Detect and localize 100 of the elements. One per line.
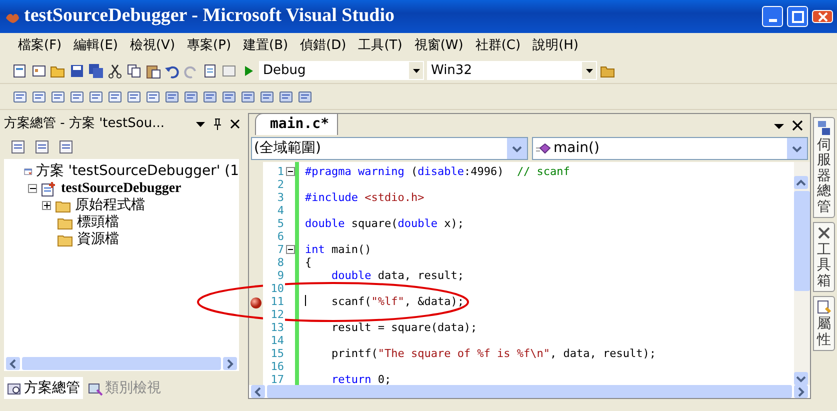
bookmark-icon[interactable] — [164, 88, 180, 104]
plus-icon — [43, 202, 50, 209]
server-icon — [816, 120, 832, 136]
bookmark-icon[interactable] — [221, 88, 237, 104]
new-project-icon[interactable] — [12, 62, 28, 78]
menu-item[interactable]: 社群(C) — [469, 36, 527, 56]
chevron-right-icon — [226, 358, 234, 368]
expand-box[interactable] — [42, 201, 51, 210]
code-line: return 0; — [330, 373, 392, 385]
copy-icon[interactable] — [126, 62, 142, 78]
scroll-right-button[interactable] — [223, 357, 237, 370]
class-view-icon — [88, 380, 103, 396]
indent-icon[interactable] — [107, 88, 123, 104]
menu-item[interactable]: 專案(P) — [181, 36, 238, 56]
scrollbar-thumb[interactable] — [794, 191, 810, 291]
scroll-down-button[interactable] — [794, 372, 808, 385]
menu-item[interactable]: 檢視(V) — [124, 36, 182, 56]
bookmark-icon[interactable] — [240, 88, 256, 104]
menu-item[interactable]: 建置(B) — [237, 36, 294, 56]
code-line: double data, result; — [330, 269, 464, 282]
panel-tab[interactable]: 方案總管 — [4, 377, 83, 399]
menu-item[interactable]: 工具(T) — [352, 36, 408, 56]
platform-dropdown[interactable]: Win32 — [427, 61, 597, 80]
chevron-down-icon — [792, 144, 802, 152]
text-edit-icon[interactable] — [50, 88, 66, 104]
properties-icon — [816, 299, 832, 316]
side-tab[interactable]: 屬性 — [813, 296, 835, 351]
line-number: 10 — [263, 282, 285, 295]
chevron-down-icon — [512, 144, 522, 152]
close-icon[interactable] — [791, 119, 804, 132]
scrollbar-thumb[interactable] — [22, 357, 221, 370]
collapse-box-icon[interactable] — [286, 167, 294, 176]
menu-item[interactable]: 偵錯(D) — [294, 36, 352, 56]
caret-icon — [412, 67, 420, 74]
scope-dropdown[interactable]: (全域範圍) — [251, 137, 528, 160]
chevron-up-icon — [796, 178, 806, 186]
scroll-up-button[interactable] — [794, 176, 808, 189]
minus-icon — [29, 185, 36, 192]
document-tab[interactable]: main.c* — [255, 113, 338, 135]
indent-icon[interactable] — [88, 88, 104, 104]
scrollbar-thumb[interactable] — [267, 385, 792, 398]
paste-icon[interactable] — [145, 62, 161, 78]
close-icon — [816, 10, 830, 24]
member-dropdown[interactable]: main() — [532, 137, 808, 160]
dropdown-icon[interactable] — [195, 119, 206, 129]
code-line: #pragma warning (disable:4996) // scanf — [305, 165, 570, 178]
code-line: #include <stdio.h> — [305, 191, 424, 204]
chevron-left-icon — [254, 386, 262, 396]
code-line: int main() — [305, 243, 372, 256]
text-edit-icon[interactable] — [31, 88, 47, 104]
text-edit-icon[interactable] — [69, 88, 85, 104]
minimize-icon — [768, 19, 776, 22]
bookmark-icon[interactable] — [259, 88, 275, 104]
cut-icon[interactable] — [107, 62, 123, 78]
show-all-files-icon[interactable] — [34, 139, 50, 155]
save-icon[interactable] — [69, 62, 85, 78]
code-line: scanf("%lf", &data); — [330, 295, 464, 308]
caret-icon — [584, 67, 594, 74]
chevron-down-icon — [796, 374, 806, 382]
line-number: 12 — [263, 308, 285, 321]
configuration-dropdown[interactable]: Debug — [259, 61, 424, 80]
menu-item[interactable]: 說明(H) — [526, 36, 584, 56]
bookmark-icon[interactable] — [202, 88, 218, 104]
indent-icon[interactable] — [126, 88, 142, 104]
pin-icon[interactable] — [212, 118, 223, 130]
side-tab[interactable]: 伺服器總管 — [813, 117, 835, 218]
maximize-button[interactable] — [787, 6, 808, 27]
project-icon — [41, 180, 57, 196]
search-icon — [7, 380, 22, 396]
properties-icon[interactable] — [10, 139, 26, 155]
view-code-icon[interactable] — [58, 139, 74, 155]
collapse-box[interactable] — [28, 184, 37, 193]
code-line: { — [305, 256, 312, 269]
chevron-left-icon — [9, 358, 17, 368]
menu-item[interactable]: 編輯(E) — [68, 36, 124, 56]
text-edit-icon[interactable] — [12, 88, 28, 104]
indent-icon[interactable] — [145, 88, 161, 104]
navigate-icon[interactable] — [202, 62, 218, 78]
bookmark-icon[interactable] — [278, 88, 294, 104]
window-title: testSourceDebugger - Microsoft Visual Studio — [24, 4, 394, 28]
minimize-button[interactable] — [762, 6, 783, 27]
breakpoint-margin[interactable] — [249, 162, 263, 385]
scroll-left-button[interactable] — [251, 385, 265, 398]
scroll-right-button[interactable] — [794, 385, 808, 398]
method-icon — [534, 142, 550, 154]
bookmark-icon[interactable] — [297, 88, 313, 104]
add-item-icon[interactable] — [31, 62, 47, 78]
collapse-box-icon[interactable] — [286, 245, 294, 254]
maximize-icon — [790, 10, 804, 24]
panel-title: 方案總管 - 方案 'testSou... — [4, 115, 166, 134]
menu-item[interactable]: 視窗(W) — [408, 36, 470, 56]
menu-item[interactable]: 檔案(F) — [12, 36, 68, 56]
bookmark-icon[interactable] — [183, 88, 199, 104]
scroll-left-button[interactable] — [6, 357, 20, 370]
tools-icon — [816, 224, 832, 241]
save-all-icon[interactable] — [88, 62, 104, 78]
close-button[interactable] — [812, 10, 833, 23]
side-tab[interactable]: 工具箱 — [813, 222, 835, 292]
close-icon[interactable] — [229, 118, 241, 130]
code-line: printf("The square of %f is %f\n", data, result); — [330, 347, 656, 360]
